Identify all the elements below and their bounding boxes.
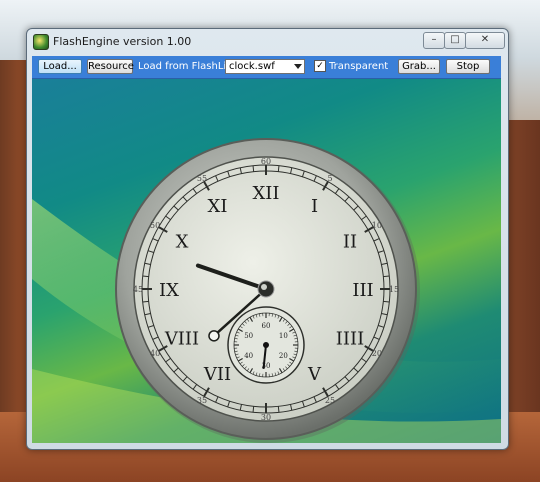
minute-label: 55 <box>197 174 207 183</box>
hour-numeral: III <box>352 280 373 301</box>
minute-label: 5 <box>327 174 332 183</box>
hour-numeral: X <box>176 232 189 253</box>
flashengine-logo-icon <box>33 34 49 50</box>
minute-label: 35 <box>197 396 207 405</box>
hour-numeral: VIII <box>164 329 199 350</box>
hour-numeral: VII <box>203 364 231 385</box>
minute-tick <box>252 406 255 413</box>
minute-label: 25 <box>325 396 335 405</box>
minute-label: 30 <box>261 413 271 422</box>
chevron-down-icon <box>294 64 302 69</box>
hour-numeral: II <box>343 232 357 253</box>
minute-tick <box>383 275 390 278</box>
grab-button[interactable]: Grab... <box>398 59 440 74</box>
title-bar[interactable]: FlashEngine version 1.00 – □ ✕ <box>27 29 508 55</box>
clock-canvas: 60510152025303540455055 XIIIIIIIIIIIIVVI… <box>32 138 501 443</box>
clock: 60510152025303540455055 XIIIIIIIIIIIIVVI… <box>115 138 420 443</box>
minute-label: 45 <box>133 285 143 294</box>
resource-button[interactable]: Resource <box>87 59 134 74</box>
hour-numeral: XII <box>252 183 279 204</box>
close-button[interactable]: ✕ <box>465 32 505 49</box>
hour-numeral: IX <box>159 280 179 301</box>
second-hand-pivot <box>263 342 269 348</box>
transparent-label: Transparent <box>329 61 389 72</box>
flashengine-window: FlashEngine version 1.00 – □ ✕ Load... R… <box>26 28 509 450</box>
minute-label: 10 <box>372 221 382 230</box>
minute-label: 40 <box>150 349 160 358</box>
flashlist-selected-value: clock.swf <box>229 61 275 72</box>
hour-numeral: I <box>311 196 318 217</box>
center-pivot-highlight <box>261 284 267 290</box>
sub-dial-label: 50 <box>244 332 253 340</box>
minute-label: 15 <box>389 285 399 294</box>
transparent-checkbox[interactable]: ✓ <box>314 60 326 72</box>
sub-dial-label: 60 <box>262 322 271 330</box>
minute-label: 50 <box>150 221 160 230</box>
minute-tick <box>277 165 280 172</box>
window-title: FlashEngine version 1.00 <box>53 35 192 48</box>
minimize-button[interactable]: – <box>423 32 445 49</box>
minute-tick <box>383 300 390 303</box>
flash-stage[interactable]: 60 5 10 15 20 25 30 35 40 45 50 55 XII I II III IIII V VI… <box>32 79 501 443</box>
load-button[interactable]: Load... <box>38 59 82 74</box>
minute-tick <box>142 275 149 278</box>
sub-dial-label: 40 <box>244 352 253 360</box>
minute-tick <box>142 300 149 303</box>
stop-button[interactable]: Stop <box>446 59 490 74</box>
sub-dial-label: 10 <box>279 332 288 340</box>
hour-numeral: V <box>307 364 322 385</box>
minute-tick <box>277 406 280 413</box>
seconds-sub-dial: 601020304050 <box>227 306 305 384</box>
hour-numeral: IIII <box>336 329 364 350</box>
minute-label: 20 <box>372 349 382 358</box>
sub-dial-label: 20 <box>279 352 288 360</box>
flashlist-dropdown[interactable]: clock.swf <box>225 59 305 74</box>
toolbar: Load... Resource Load from FlashList: cl… <box>32 56 501 79</box>
hour-numeral: XI <box>208 196 228 217</box>
minute-hand-tip <box>208 330 220 342</box>
maximize-button[interactable]: □ <box>444 32 466 49</box>
minute-tick <box>252 165 255 172</box>
checkmark-icon: ✓ <box>316 61 324 71</box>
minute-label: 60 <box>261 157 271 166</box>
flashlist-label: Load from FlashList: <box>138 61 239 72</box>
